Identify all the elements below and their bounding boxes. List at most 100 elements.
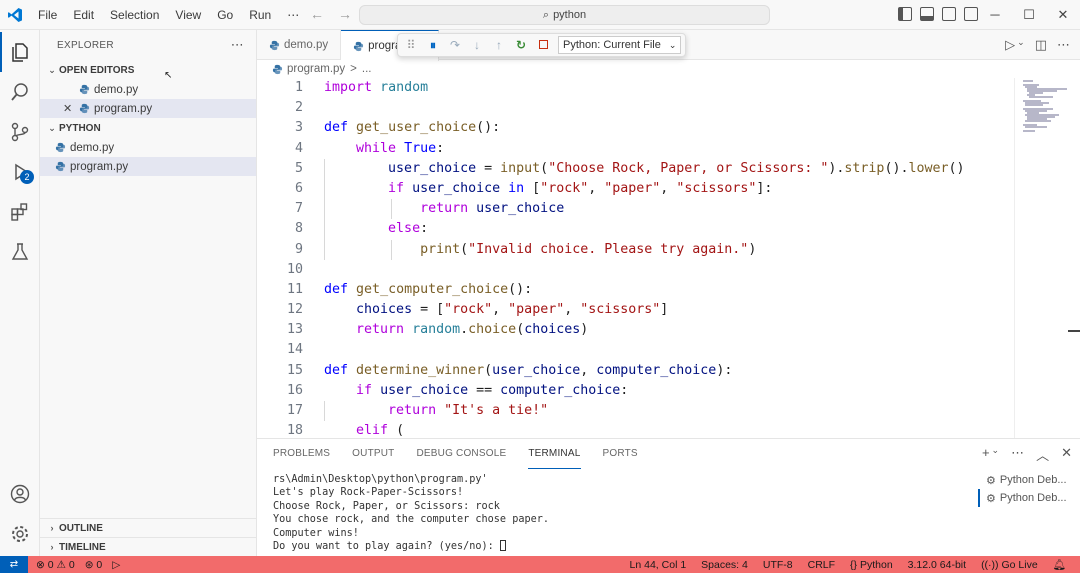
cursor-position[interactable]: Ln 44, Col 1 [630, 559, 687, 571]
outline-header[interactable]: › OUTLINE [40, 518, 257, 537]
menu-edit[interactable]: Edit [65, 0, 102, 30]
terminal-output[interactable]: rs\Admin\Desktop\python\program.py' Let's… [273, 473, 549, 553]
code-line: 2 [257, 98, 1014, 118]
extensions-icon[interactable] [0, 192, 40, 232]
menu-bar: File Edit Selection View Go Run ⋯ [30, 0, 307, 30]
line-number: 18 [286, 423, 303, 438]
forward-arrow-icon[interactable]: → [338, 6, 352, 22]
menu-file[interactable]: File [30, 0, 65, 30]
menu-go[interactable]: Go [209, 0, 241, 30]
line-number: 5 [294, 160, 303, 176]
tab-ports[interactable]: PORTS [603, 439, 638, 469]
run-debug-icon[interactable]: 2 [0, 152, 40, 192]
go-live-button[interactable]: ((·)) Go Live [981, 559, 1038, 571]
file-demo[interactable]: demo.py [40, 138, 256, 157]
code-editor[interactable]: 1 import random 2 3 def get_user_choice():… [257, 78, 1014, 438]
menu-run[interactable]: Run [241, 0, 279, 30]
search-text: python [553, 9, 587, 21]
customize-layout-icon[interactable] [964, 7, 978, 21]
debug-config-select[interactable]: Python: Current File ⌄ [558, 36, 682, 54]
step-into-icon[interactable]: ↓ [470, 38, 484, 52]
toggle-sidebar-icon[interactable] [898, 7, 912, 21]
encoding[interactable]: UTF-8 [763, 559, 793, 571]
search-view-icon[interactable] [0, 72, 40, 112]
open-editor-program[interactable]: ✕ program.py [40, 99, 256, 118]
file-label: program.py [70, 160, 129, 173]
chevron-down-icon[interactable]: ⌄ [1017, 37, 1025, 53]
code-text: import random [324, 80, 429, 95]
terminal-session[interactable]: ⚙ Python Deb... [978, 471, 1070, 489]
terminal-session-active[interactable]: ⚙ Python Deb... [978, 489, 1070, 507]
indentation[interactable]: Spaces: 4 [701, 559, 748, 571]
code-text: return random.choice(choices) [356, 322, 589, 338]
open-editors-label: OPEN EDITORS [59, 64, 135, 76]
folder-header[interactable]: ⌄ PYTHON [40, 118, 256, 138]
language-mode[interactable]: {} Python [850, 559, 893, 571]
maximize-panel-icon[interactable]: ︿ [1036, 445, 1049, 464]
manage-gear-icon[interactable] [0, 514, 40, 554]
code-text: def determine_winner(user_choice, comput… [324, 362, 733, 378]
back-arrow-icon[interactable]: ← [310, 6, 324, 22]
remote-indicator-icon[interactable]: ⇄ [0, 556, 28, 573]
tab-problems[interactable]: PROBLEMS [273, 439, 330, 469]
close-panel-icon[interactable]: ✕ [1061, 445, 1072, 464]
more-actions-icon[interactable]: ⋯ [231, 37, 244, 53]
line-number: 7 [294, 201, 303, 217]
ports-status[interactable]: ⊛ 0 [85, 559, 103, 571]
toggle-secondary-sidebar-icon[interactable] [942, 7, 956, 21]
timeline-label: TIMELINE [59, 541, 106, 553]
close-editor-icon[interactable]: ✕ [63, 102, 79, 115]
account-icon[interactable] [0, 474, 40, 514]
go-live-label: Go Live [1001, 558, 1038, 571]
pause-icon[interactable]: ⏸ [426, 38, 440, 53]
split-editor-icon[interactable]: ◫ [1035, 37, 1047, 53]
tab-output[interactable]: OUTPUT [352, 439, 394, 469]
notifications-bell-icon[interactable]: 🔔︎ [1053, 558, 1066, 571]
step-out-icon[interactable]: ↑ [492, 38, 506, 52]
code-text: return user_choice [420, 201, 565, 217]
toggle-panel-icon[interactable] [920, 7, 934, 21]
source-control-icon[interactable] [0, 112, 40, 152]
step-over-icon[interactable]: ↷ [448, 38, 462, 52]
line-ending[interactable]: CRLF [808, 559, 835, 571]
debug-gear-icon: ⚙ [986, 492, 996, 505]
restart-icon[interactable]: ↻ [514, 38, 528, 52]
debug-launch-icon[interactable]: ▷ [112, 559, 120, 571]
tab-debug-console[interactable]: DEBUG CONSOLE [416, 439, 506, 469]
code-line: 1 import random [257, 78, 1014, 98]
maximize-icon[interactable]: ☐ [1012, 0, 1046, 30]
run-file-icon[interactable]: ▷ [1005, 37, 1015, 53]
breadcrumb-symbols[interactable]: ... [362, 63, 372, 75]
stop-icon[interactable] [536, 38, 550, 52]
file-label: demo.py [70, 141, 115, 154]
chevron-down-icon[interactable]: ⌄ [992, 445, 1000, 464]
line-number: 15 [286, 362, 303, 378]
python-interpreter[interactable]: 3.12.0 64-bit [908, 559, 966, 571]
file-program[interactable]: program.py [40, 157, 256, 176]
open-editor-demo[interactable]: demo.py [40, 80, 256, 99]
timeline-header[interactable]: › TIMELINE [40, 537, 257, 556]
breadcrumb-file[interactable]: program.py [287, 63, 345, 75]
tab-demo[interactable]: demo.py [257, 30, 342, 60]
code-line: 6 if user_choice in ["rock", "paper", "s… [257, 178, 1014, 200]
more-actions-icon[interactable]: ⋯ [1057, 37, 1070, 53]
code-line: 16 if user_choice == computer_choice: [257, 381, 1014, 401]
code-line: 11 def get_computer_choice(): [257, 280, 1014, 300]
close-window-icon[interactable]: ✕ [1046, 0, 1080, 30]
open-editors-header[interactable]: ⌄ OPEN EDITORS [40, 60, 256, 80]
minimize-icon[interactable]: ─ [978, 0, 1012, 30]
more-actions-icon[interactable]: ⋯ [1011, 445, 1024, 464]
command-center-search[interactable]: ⌕ python [359, 5, 770, 25]
menu-more[interactable]: ⋯ [279, 0, 307, 30]
menu-view[interactable]: View [167, 0, 209, 30]
menu-selection[interactable]: Selection [102, 0, 167, 30]
problems-status[interactable]: ⊗ 0 ⚠ 0 [36, 559, 75, 571]
tab-terminal[interactable]: TERMINAL [528, 439, 581, 469]
new-terminal-icon[interactable]: + [982, 445, 990, 464]
explorer-icon[interactable] [0, 32, 40, 72]
drag-handle-icon[interactable]: ⠿ [404, 38, 418, 52]
testing-flask-icon[interactable] [0, 232, 40, 272]
minimap[interactable] [1014, 78, 1080, 438]
terminal-session-label: Python Deb... [999, 474, 1067, 486]
line-number: 4 [294, 140, 303, 156]
